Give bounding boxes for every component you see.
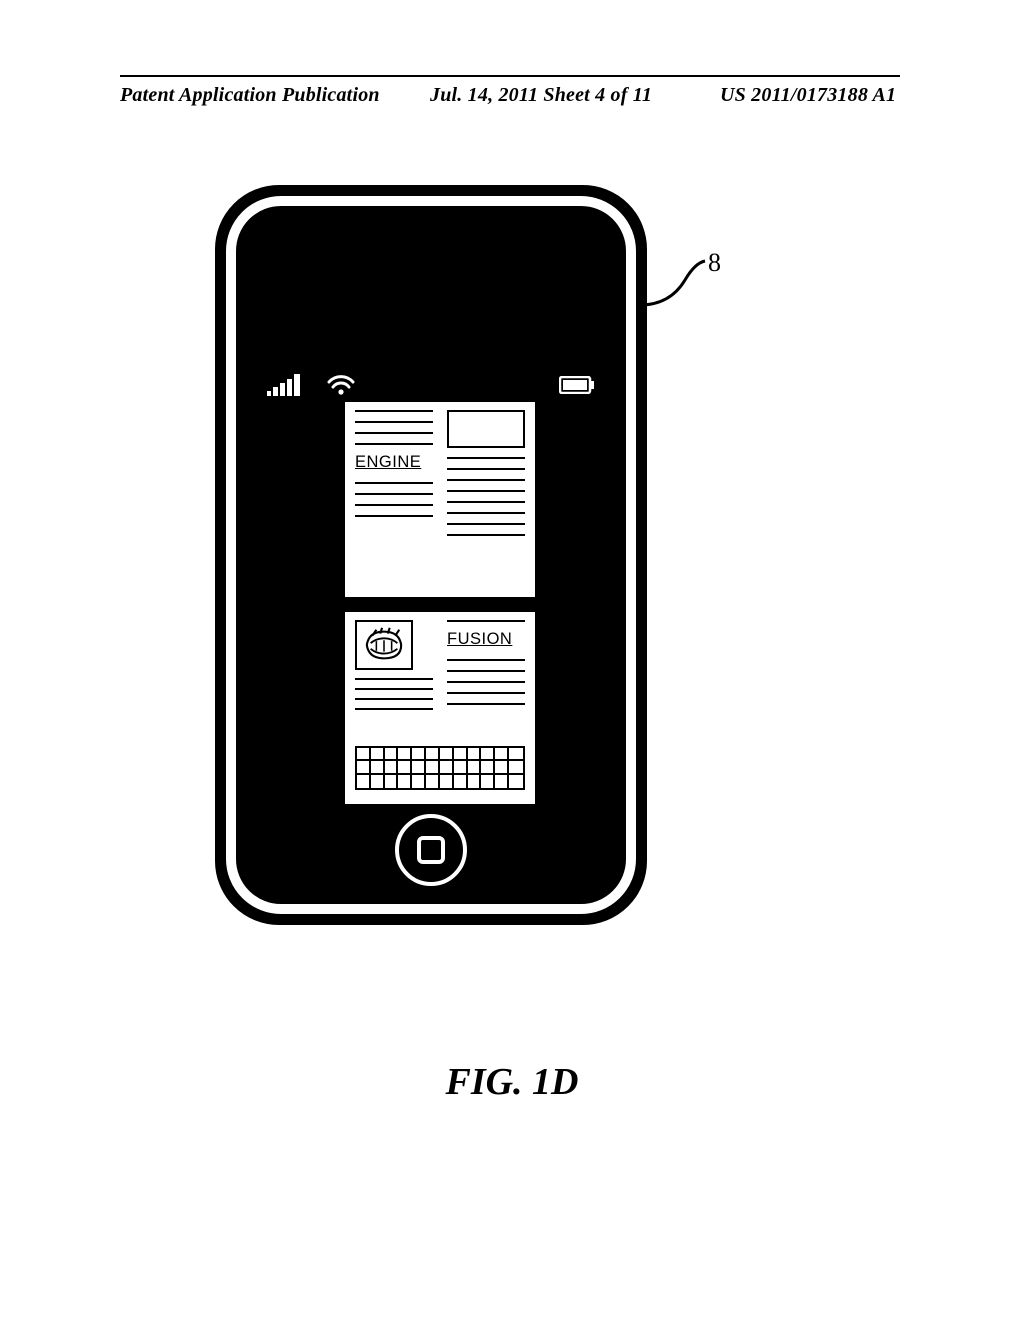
header-left: Patent Application Publication (120, 84, 380, 107)
wifi-icon (327, 374, 355, 396)
result-card-2: FUSION (345, 612, 535, 804)
phone-screen: ENGINE (245, 250, 617, 810)
header-center: Jul. 14, 2011 Sheet 4 of 11 (430, 84, 652, 107)
signal-icon (267, 374, 301, 396)
card1-image-placeholder (447, 410, 525, 448)
lead-ref-8: 8 (708, 248, 721, 278)
card2-table-grid (355, 746, 525, 790)
figure-label: FIG. 1D (0, 1060, 1024, 1104)
header-rule (120, 75, 900, 77)
status-bar (245, 370, 617, 400)
card2-keyword: FUSION (447, 631, 525, 650)
result-card-1: ENGINE (345, 402, 535, 597)
engine-image-icon (355, 620, 413, 670)
battery-icon (559, 376, 595, 394)
header-right: US 2011/0173188 A1 (720, 84, 896, 107)
card1-keyword: ENGINE (355, 454, 433, 473)
